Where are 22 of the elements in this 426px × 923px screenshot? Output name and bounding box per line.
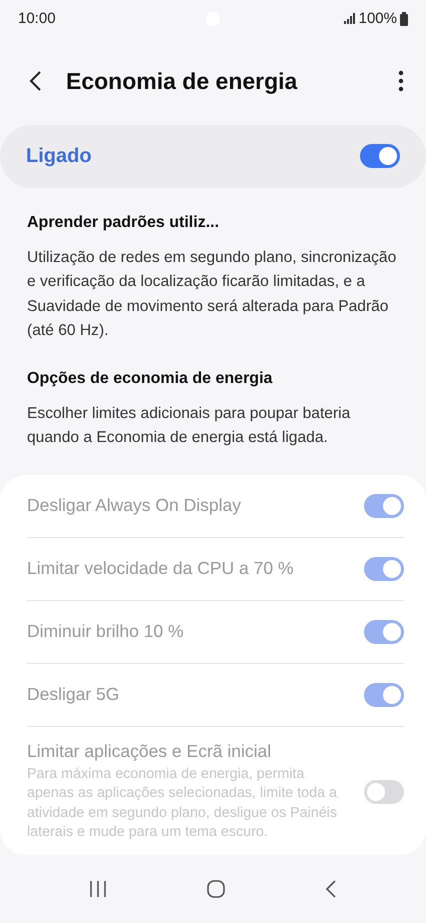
recent-apps-icon	[89, 880, 108, 898]
status-time: 10:00	[18, 10, 56, 28]
section-description: Escolher limites adicionais para poupar bateria quando a Economia de energia está ligada.	[27, 404, 352, 448]
option-label: Diminuir brilho 10 %	[27, 621, 185, 642]
master-switch-label: Ligado	[26, 144, 92, 168]
home-icon	[206, 878, 226, 899]
more-options-icon	[398, 70, 404, 92]
section-description: Utilização de redes em segundo plano, sincronização e verificação da localização ficarão limitadas, e a Suavidade de movimento será alterada para Padrão (até 60 Hz).	[27, 248, 398, 342]
back-icon	[324, 878, 337, 899]
option-label: Limitar aplicações e Ecrã inicial	[27, 740, 272, 762]
section-heading: Opções de economia de energia	[27, 370, 274, 388]
option-description: Para máxima economia de energia, permita apenas as aplicações selecionadas, limite toda a atividade em segundo plano, desligue os Painéis laterais e mude para um tema escuro.	[27, 764, 338, 842]
back-icon	[28, 70, 42, 92]
page-title: Economia de energia	[66, 68, 298, 95]
battery-icon	[400, 12, 408, 26]
option-label: Desligar Always On Display	[27, 495, 242, 516]
signal-icon	[344, 13, 356, 24]
option-label: Desligar 5G	[27, 684, 120, 706]
battery-percent: 100%	[358, 10, 397, 28]
toggle-switch[interactable]	[360, 144, 400, 168]
option-label: Limitar velocidade da CPU a 70 %	[27, 558, 295, 580]
section-heading: Aprender padrões utiliz...	[27, 214, 220, 232]
